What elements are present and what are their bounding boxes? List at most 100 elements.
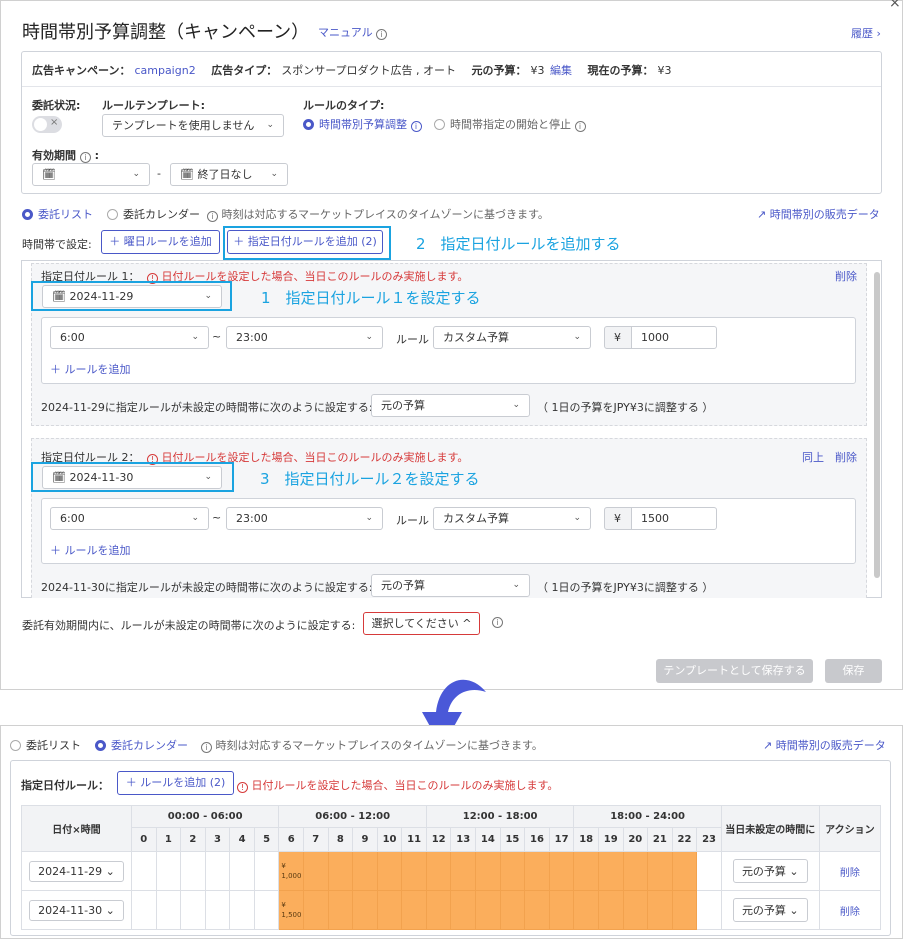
hour-cell[interactable]	[155, 851, 182, 891]
hour-cell[interactable]	[352, 851, 378, 891]
hour-cell[interactable]	[130, 890, 157, 930]
hour-cell[interactable]	[622, 890, 649, 930]
edit-budget-link[interactable]: 編集	[550, 64, 572, 77]
hour-cell[interactable]	[303, 851, 329, 891]
chevron-down-icon: ⌄	[191, 513, 199, 523]
time-to-select[interactable]: 23:00 ⌄	[226, 507, 383, 530]
hour-cell[interactable]	[499, 851, 526, 891]
copy-above-button[interactable]: 同上	[802, 449, 824, 465]
hour-cell[interactable]	[622, 851, 649, 891]
delegation-unset-select[interactable]: 選択してください ^	[363, 612, 480, 635]
scrollbar[interactable]	[874, 272, 880, 578]
hour-cell[interactable]	[425, 851, 452, 891]
delegation-unset-label: 委託有効期間内に、ルールが未設定の時間帯に次のように設定する:	[22, 619, 356, 632]
rule-type-select[interactable]: カスタム予算 ⌄	[433, 507, 591, 530]
hour-cell[interactable]	[155, 890, 182, 930]
row-unset-select[interactable]: 元の予算 ⌄	[732, 859, 808, 883]
hour-cell[interactable]	[524, 851, 550, 891]
hour-cell[interactable]	[450, 851, 477, 891]
hour-cell[interactable]	[376, 851, 403, 891]
history-link[interactable]: 履歴 ›	[851, 25, 881, 41]
hour-cell[interactable]	[647, 851, 673, 891]
row-delete-link[interactable]: 削除	[840, 907, 860, 918]
hour-cell[interactable]	[573, 890, 599, 930]
hour-cell[interactable]	[229, 851, 255, 891]
hour-cell[interactable]	[696, 851, 722, 891]
cal-add-rule-button[interactable]: ＋ ルールを追加 (2)	[117, 771, 234, 795]
row-date-select[interactable]: 2024-11-29 ⌄	[29, 860, 124, 882]
rule-type-radio-startstop[interactable]: 時間帯指定の開始と停止 i	[434, 116, 586, 132]
hour-cell[interactable]	[229, 890, 255, 930]
time-from-select[interactable]: 6:00 ⌄	[50, 326, 209, 349]
hour-cell[interactable]	[450, 890, 477, 930]
add-rule-link[interactable]: ＋ ルールを追加	[50, 361, 131, 377]
hour-cell[interactable]	[696, 890, 722, 930]
unset-select[interactable]: 元の予算 ⌄	[371, 574, 530, 597]
add-rule-link[interactable]: ＋ ルールを追加	[50, 542, 131, 558]
hour-cell[interactable]	[180, 890, 206, 930]
cal-view-list-radio[interactable]: 委託リスト	[10, 737, 81, 753]
hour-cell[interactable]	[499, 890, 526, 930]
hour-cell[interactable]	[647, 890, 673, 930]
close-icon[interactable]: ×	[889, 0, 901, 11]
delete-rule-button[interactable]: 削除	[835, 449, 857, 465]
hour-cell[interactable]	[204, 851, 231, 891]
table-row: 2024-11-29 ⌄ ¥1,000 元の予算 ⌄ 削除	[21, 851, 882, 891]
view-calendar-radio[interactable]: 委託カレンダー	[107, 206, 200, 222]
add-weekday-rule-button[interactable]: ＋ 曜日ルールを追加	[101, 230, 220, 254]
row-delete-link[interactable]: 削除	[840, 868, 860, 879]
end-date-picker[interactable]: 🗓 終了日なし ⌄	[170, 163, 288, 186]
time-to-select[interactable]: 23:00 ⌄	[226, 326, 383, 349]
template-label: ルールテンプレート:	[102, 99, 206, 112]
amount-input[interactable]: 1500	[631, 507, 717, 530]
hour-cell[interactable]	[597, 851, 624, 891]
hour-cell[interactable]	[548, 851, 575, 891]
hour-cell[interactable]	[597, 890, 624, 930]
unset-select[interactable]: 元の予算 ⌄	[371, 394, 530, 417]
hour-cell[interactable]	[671, 851, 698, 891]
hour-cell[interactable]	[548, 890, 575, 930]
hour-cell[interactable]	[352, 890, 378, 930]
hour-cell[interactable]	[524, 890, 550, 930]
delete-rule-button[interactable]: 削除	[835, 268, 857, 284]
hour-cell[interactable]	[401, 851, 427, 891]
hour-cell[interactable]	[204, 890, 231, 930]
row-unset-select[interactable]: 元の予算 ⌄	[732, 898, 808, 922]
chevron-down-icon: ⌄	[573, 332, 581, 342]
hour-cell[interactable]: ¥1,500	[278, 890, 304, 930]
hour-cell[interactable]	[180, 851, 206, 891]
hour-cell[interactable]	[303, 890, 329, 930]
info-icon: i	[207, 211, 218, 222]
template-select[interactable]: テンプレートを使用しません ⌄	[102, 114, 284, 137]
hour-cell[interactable]	[401, 890, 427, 930]
campaign-name[interactable]: campaign2	[134, 64, 195, 77]
hour-cell[interactable]	[425, 890, 452, 930]
hour-cell[interactable]	[671, 890, 698, 930]
row-date-select[interactable]: 2024-11-30 ⌄	[29, 899, 124, 921]
cal-sales-data-link[interactable]: ↗ 時間帯別の販売データ	[763, 737, 886, 753]
rule-type-radio-budget[interactable]: 時間帯別予算調整 i	[303, 116, 422, 132]
hour-cell[interactable]	[573, 851, 599, 891]
manual-link[interactable]: マニュアル i	[318, 24, 388, 40]
start-date-picker[interactable]: 🗓 ⌄	[32, 163, 150, 186]
col-unset-header: 当日未設定の時間に	[720, 805, 820, 852]
time-from-select[interactable]: 6:00 ⌄	[50, 507, 209, 530]
hour-cell[interactable]	[376, 890, 403, 930]
hour-cell[interactable]	[327, 890, 354, 930]
save-button[interactable]: 保存	[825, 659, 882, 683]
chevron-down-icon: ⌄	[573, 513, 581, 523]
cal-view-calendar-radio[interactable]: 委託カレンダー	[95, 737, 188, 753]
view-list-radio[interactable]: 委託リスト	[22, 206, 93, 222]
amount-input[interactable]: 1000	[631, 326, 717, 349]
sales-data-link[interactable]: ↗ 時間帯別の販売データ	[757, 206, 880, 222]
hour-cell[interactable]: ¥1,000	[278, 851, 304, 891]
hour-cell[interactable]	[253, 890, 280, 930]
hour-cell[interactable]	[475, 890, 501, 930]
hour-cell[interactable]	[327, 851, 354, 891]
rule-type-select[interactable]: カスタム予算 ⌄	[433, 326, 591, 349]
hour-cell[interactable]	[130, 851, 157, 891]
hour-cell[interactable]	[475, 851, 501, 891]
delegation-toggle[interactable]: ×	[32, 116, 62, 133]
save-template-button[interactable]: テンプレートとして保存する	[656, 659, 813, 683]
hour-cell[interactable]	[253, 851, 280, 891]
